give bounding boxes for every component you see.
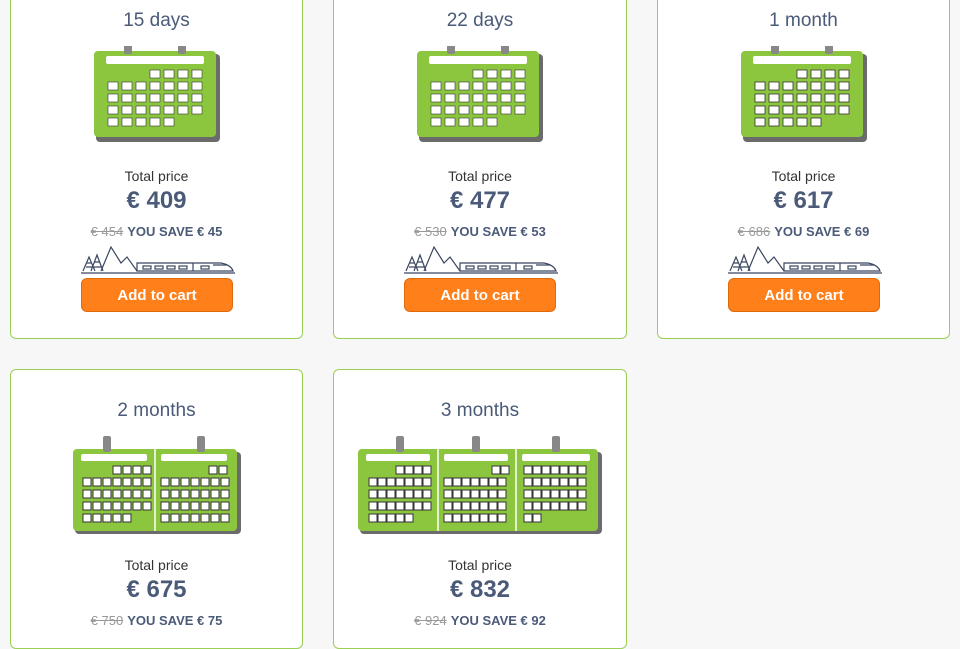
pass-card-1-month: 1 month Total price € 617 € 686 YOU SAVE …	[657, 0, 950, 339]
total-price-label: Total price	[771, 168, 836, 184]
calendar-icon	[358, 436, 602, 534]
calendar-icon	[417, 46, 543, 142]
add-to-cart-button[interactable]: Add to cart	[81, 278, 233, 312]
mountain-train-icon	[728, 245, 882, 274]
savings-line: € 924 YOU SAVE € 92	[334, 613, 626, 628]
total-price-label: Total price	[448, 168, 512, 184]
pass-card-15-days: 15 days Total price € 409 € 454 YOU SAVE …	[10, 0, 303, 339]
card-title: 1 month	[769, 10, 838, 31]
savings-line: € 750 YOU SAVE € 75	[11, 613, 302, 628]
calendar-icon	[94, 46, 220, 142]
add-to-cart-button[interactable]: Add to cart	[404, 278, 556, 312]
you-save-text: YOU SAVE € 53	[450, 224, 546, 239]
card-title: 22 days	[446, 10, 514, 31]
old-price: € 924	[414, 613, 447, 628]
mountain-train-icon	[81, 245, 235, 274]
price: € 675	[126, 576, 187, 603]
total-price-label: Total price	[448, 557, 512, 573]
savings-line: € 454 YOU SAVE € 45	[11, 224, 302, 239]
price: € 832	[449, 576, 511, 603]
price: € 409	[126, 187, 187, 214]
you-save-text: YOU SAVE € 69	[774, 224, 870, 239]
total-price-label: Total price	[124, 557, 189, 573]
card-title: 2 months	[117, 400, 196, 421]
savings-line: € 686 YOU SAVE € 69	[658, 224, 949, 239]
price: € 477	[449, 187, 511, 214]
total-price-label: Total price	[124, 168, 189, 184]
calendar-icon	[741, 46, 867, 142]
calendar-icon	[73, 436, 241, 534]
old-price: € 454	[90, 224, 124, 239]
card-title: 15 days	[123, 10, 190, 31]
old-price: € 750	[90, 613, 124, 628]
mountain-train-icon	[404, 245, 558, 274]
old-price: € 686	[737, 224, 771, 239]
pass-card-2-months: 2 months Total price € 675 € 750 YOU SAVE…	[10, 369, 303, 649]
pass-card-3-months: 3 months Total price € 832 € 924 YOU SAV…	[333, 369, 627, 649]
old-price: € 530	[414, 224, 447, 239]
savings-line: € 530 YOU SAVE € 53	[334, 224, 626, 239]
pass-card-22-days: 22 days Total price € 477 € 530 YOU SAVE …	[333, 0, 627, 339]
you-save-text: YOU SAVE € 75	[127, 613, 223, 628]
you-save-text: YOU SAVE € 45	[127, 224, 223, 239]
card-title: 3 months	[440, 400, 520, 421]
add-to-cart-button[interactable]: Add to cart	[728, 278, 880, 312]
price: € 617	[773, 187, 834, 214]
you-save-text: YOU SAVE € 92	[450, 613, 546, 628]
